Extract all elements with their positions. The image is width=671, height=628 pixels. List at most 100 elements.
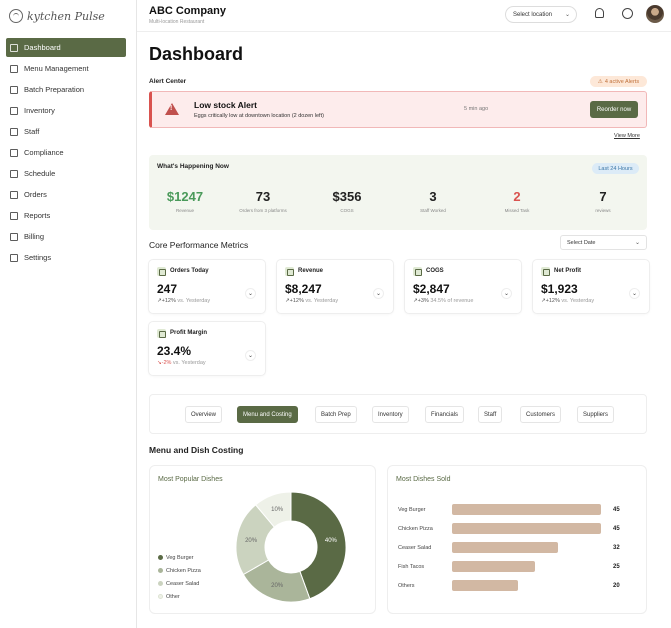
sidebar-item-menu-management[interactable]: Menu Management <box>6 59 126 78</box>
chevron-down-icon[interactable]: ⌄ <box>245 350 256 361</box>
sidebar-item-label: Settings <box>24 253 52 262</box>
sidebar-item-inventory[interactable]: Inventory <box>6 101 126 120</box>
metric-compare: vs. Yesterday <box>172 360 206 366</box>
sidebar-item-compliance[interactable]: Compliance <box>6 143 126 162</box>
percent-icon <box>157 329 166 338</box>
sidebar-item-label: Batch Preparation <box>24 85 85 94</box>
metric-compare: vs. Yesterday <box>305 298 339 304</box>
bar-ceaser-salad[interactable] <box>452 542 558 553</box>
sidebar-item-staff[interactable]: Staff <box>6 122 126 141</box>
stat-item: $356 COGS <box>307 189 387 213</box>
stat-label: Staff Worked <box>420 208 446 213</box>
reorder-now-button[interactable]: Reorder now <box>590 101 638 118</box>
metric-card-net-profit[interactable]: Net Profit $1,923 ↗+12% vs. Yesterday ⌄ <box>533 260 649 313</box>
sidebar-item-reports[interactable]: Reports <box>6 206 126 225</box>
sidebar: kytchen Pulse Dashboard Menu Management Ba… <box>0 0 137 628</box>
bar-veg-burger[interactable] <box>452 504 601 515</box>
date-select[interactable]: Select Date ⌄ <box>560 235 647 250</box>
clipboard-icon <box>10 148 18 157</box>
active-alerts-badge[interactable]: ⚠ 4 active Alerts <box>590 76 647 87</box>
bar-value: 25 <box>613 563 620 570</box>
tab-batch-prep[interactable]: Batch Prep <box>315 406 357 423</box>
metric-card-profit-margin[interactable]: Profit Margin 23.4% ↘-2% vs. Yesterday ⌄ <box>149 322 265 375</box>
location-select-label: Select location <box>513 11 553 18</box>
legend-swatch <box>158 594 163 599</box>
stat-item: 3 Staff Worked <box>393 189 473 213</box>
trend-up-icon <box>541 267 550 276</box>
bar-others[interactable] <box>452 580 519 591</box>
company-name: ABC Company <box>149 5 227 17</box>
stat-value: 7 <box>599 189 607 204</box>
metric-card-cogs[interactable]: COGS $2,847 ↗+3% 34.5% of revenue ⌄ <box>405 260 521 313</box>
chevron-down-icon[interactable]: ⌄ <box>629 288 640 299</box>
legend-label: Veg Burger <box>166 554 194 561</box>
location-select[interactable]: Select location ⌄ <box>505 6 577 23</box>
gear-icon <box>10 253 18 262</box>
metric-compare: vs. Yesterday <box>177 298 211 304</box>
stat-item: 2 Missed Task <box>477 189 557 213</box>
logo-text: kytchen Pulse <box>27 9 105 23</box>
sidebar-item-orders[interactable]: Orders <box>6 185 126 204</box>
bar-fish-tacos[interactable] <box>452 561 535 572</box>
legend-swatch <box>158 555 163 560</box>
sidebar-item-batch-preparation[interactable]: Batch Preparation <box>6 80 126 99</box>
pie-slice-label: 20% <box>245 538 258 544</box>
chevron-down-icon[interactable]: ⌄ <box>501 288 512 299</box>
sidebar-item-dashboard[interactable]: Dashboard <box>6 38 126 57</box>
avatar[interactable] <box>646 5 664 23</box>
calendar-icon <box>10 169 18 178</box>
time-range-badge[interactable]: Last 24 Hours <box>592 163 639 174</box>
cart-icon <box>157 267 166 276</box>
sidebar-item-settings[interactable]: Settings <box>6 248 126 267</box>
metric-change-value: +12% <box>545 298 560 304</box>
chevron-down-icon: ⌄ <box>634 240 640 246</box>
metrics-title: Core Performance Metrics <box>149 240 249 250</box>
metric-change: ↗+12% vs. Yesterday <box>157 298 210 304</box>
tab-suppliers[interactable]: Suppliers <box>577 406 615 423</box>
metric-label: Orders Today <box>170 268 209 274</box>
alert-title: Low stock Alert <box>194 100 257 110</box>
chevron-down-icon[interactable]: ⌄ <box>373 288 384 299</box>
bell-icon[interactable] <box>595 8 604 18</box>
metric-value: $2,847 <box>413 282 450 296</box>
bar-chart-title: Most Dishes Sold <box>396 476 451 483</box>
metric-change-value: +12% <box>161 298 176 304</box>
legend-label: Other <box>166 593 180 600</box>
sidebar-item-billing[interactable]: Billing <box>6 227 126 246</box>
dishes-sold-panel: Most Dishes Sold Veg Burger 45 Chicken Piz… <box>387 465 647 614</box>
sidebar-item-label: Schedule <box>24 169 56 178</box>
legend-swatch <box>158 568 163 573</box>
bar-chicken-pizza[interactable] <box>452 523 601 534</box>
tab-customers[interactable]: Customers <box>520 406 562 423</box>
tab-financials[interactable]: Financials <box>425 406 465 423</box>
warning-icon <box>165 103 179 115</box>
bar-value: 45 <box>613 525 620 532</box>
metric-compare: vs. Yesterday <box>561 298 595 304</box>
bar-row: Ceaser Salad 32 <box>398 542 638 553</box>
alert-center-label: Alert Center <box>149 78 187 85</box>
metric-change-value: +3% <box>417 298 429 304</box>
stat-item: 7 reviews <box>563 189 643 213</box>
metric-change: ↗+12% vs. Yesterday <box>541 298 594 304</box>
view-more-link[interactable]: View More <box>614 133 640 139</box>
chevron-down-icon[interactable]: ⌄ <box>245 288 256 299</box>
pie-chart-title: Most Popular Dishes <box>158 476 223 483</box>
stat-label: Missed Task <box>504 208 530 213</box>
pie-slice-label: 10% <box>271 507 284 513</box>
app-logo[interactable]: kytchen Pulse <box>9 6 105 26</box>
bar-value: 45 <box>613 506 620 513</box>
sidebar-item-label: Reports <box>24 211 51 220</box>
tab-menu-and-costing[interactable]: Menu and Costing <box>237 406 298 423</box>
tab-inventory[interactable]: Inventory <box>372 406 409 423</box>
metric-card-orders-today[interactable]: Orders Today 247 ↗+12% vs. Yesterday ⌄ <box>149 260 265 313</box>
stat-value: 2 <box>513 189 521 204</box>
pie-slice-label: 40% <box>325 538 338 544</box>
tab-staff[interactable]: Staff <box>478 406 503 423</box>
metric-card-revenue[interactable]: Revenue $8,247 ↗+12% vs. Yesterday ⌄ <box>277 260 393 313</box>
chat-icon[interactable] <box>622 8 633 19</box>
tab-overview[interactable]: Overview <box>185 406 223 423</box>
sidebar-item-schedule[interactable]: Schedule <box>6 164 126 183</box>
stat-label: COGS <box>340 208 354 213</box>
happening-title: What's Happening Now <box>157 163 229 170</box>
legend-item: Chicken Pizza <box>158 567 201 574</box>
